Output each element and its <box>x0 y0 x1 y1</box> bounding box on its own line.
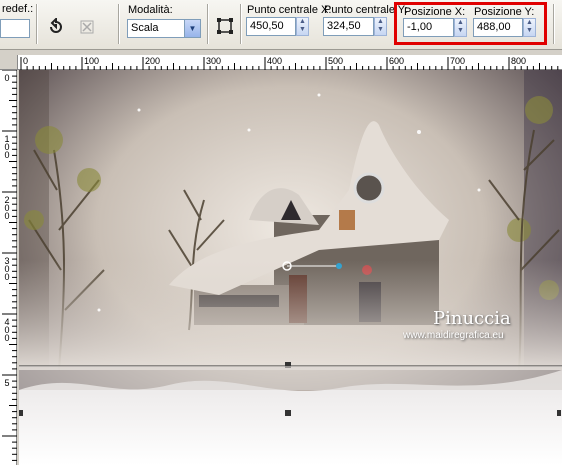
highlight-box <box>394 2 547 45</box>
center-x-label: Punto centrale X: <box>247 4 332 16</box>
ruler-label: 5 <box>4 378 10 388</box>
center-x-spinner[interactable]: ▲ ▼ <box>296 17 309 36</box>
horizontal-ruler[interactable]: 0 100 200 300 400 500 600 700 800 <box>18 55 562 70</box>
separator <box>36 4 38 44</box>
vertical-ruler[interactable]: 0 1 0 0 2 0 0 3 0 0 4 0 0 5 <box>0 70 17 465</box>
mode-select-value: Scala <box>131 22 159 34</box>
separator <box>207 4 209 44</box>
ruler-label: 400 <box>267 56 283 66</box>
ruler-label: 0 <box>4 73 10 83</box>
ruler-corner <box>0 55 18 70</box>
separator <box>553 4 555 44</box>
ruler-label: 700 <box>450 56 466 66</box>
center-x-input[interactable]: 450,50 <box>246 17 296 36</box>
center-y-spinner[interactable]: ▲ ▼ <box>374 17 387 36</box>
preset-field[interactable] <box>0 19 30 38</box>
ruler-label: 4 0 0 <box>4 317 10 343</box>
bounding-box-icon[interactable] <box>214 17 236 39</box>
ruler-label: 0 <box>23 56 29 66</box>
ruler-label: 800 <box>511 56 527 66</box>
ruler-label: 2 0 0 <box>4 195 10 221</box>
image-canvas[interactable]: Pinuccia www.maidiregrafica.eu <box>19 70 562 465</box>
ruler-label: 500 <box>328 56 344 66</box>
watermark-name: Pinuccia <box>433 308 511 329</box>
cancel-icon[interactable] <box>76 18 98 40</box>
watermark-site: www.maidiregrafica.eu <box>403 330 504 341</box>
ruler-label: 3 0 0 <box>4 256 10 282</box>
reset-icon[interactable] <box>45 16 67 40</box>
spin-down-icon[interactable]: ▼ <box>375 26 386 34</box>
preset-label: redef.: <box>2 3 34 15</box>
mode-label: Modalità: <box>128 4 173 16</box>
spin-down-icon[interactable]: ▼ <box>297 26 308 34</box>
ruler-ticks <box>20 57 559 70</box>
ruler-label: 100 <box>84 56 100 66</box>
separator <box>118 4 120 44</box>
chevron-down-icon[interactable]: ▼ <box>184 20 200 37</box>
ruler-label: 600 <box>389 56 405 66</box>
separator <box>240 4 242 44</box>
winter-cottage-image <box>19 70 562 465</box>
spin-up-icon[interactable]: ▲ <box>297 18 308 26</box>
center-y-input[interactable]: 324,50 <box>323 17 374 36</box>
mode-select[interactable]: Scala ▼ <box>127 19 201 38</box>
spin-up-icon[interactable]: ▲ <box>375 18 386 26</box>
ruler-label: 300 <box>206 56 222 66</box>
ruler-label: 200 <box>145 56 161 66</box>
ruler-label: 1 0 0 <box>4 134 10 160</box>
